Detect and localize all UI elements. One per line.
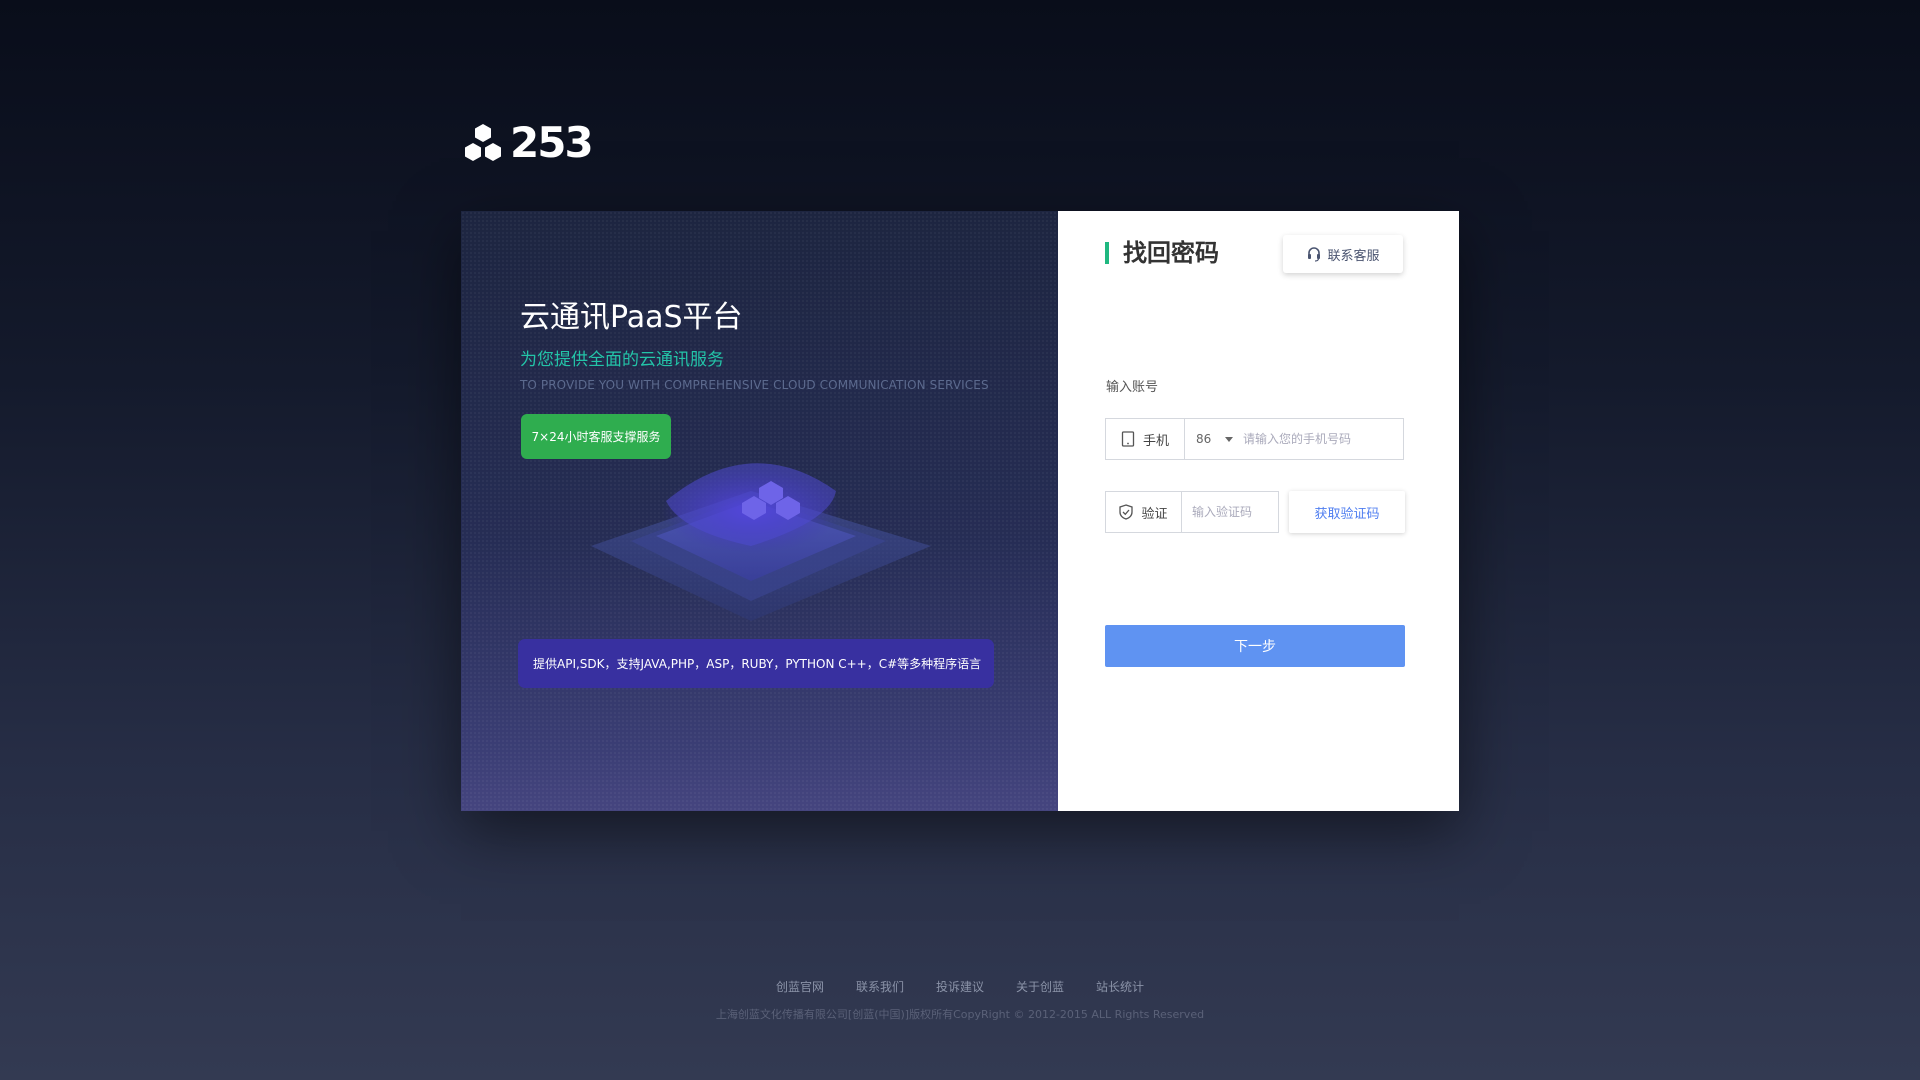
phone-prefix-label: 手机 [1142, 433, 1169, 449]
caret-down-icon [1225, 436, 1234, 442]
form-panel: 找回密码 联系客服 输入账号 手机 86 请输入您的手机号码 验证 输入验证码 … [1058, 211, 1459, 811]
code-field: 验证 [1105, 491, 1279, 533]
promo-subtitle-en: TO PROVIDE YOU WITH COMPREHENSIVE CLOUD … [520, 378, 989, 392]
country-code-value: 86 [1196, 432, 1212, 446]
footer-link-official-site[interactable]: 创蓝官网 [776, 978, 824, 995]
copyright-text: 上海创蓝文化传播有限公司[创蓝(中国)]版权所有CopyRight © 2012… [715, 1008, 1205, 1021]
platform-illustration [591, 463, 931, 621]
get-code-button[interactable]: 获取验证码 [1289, 491, 1405, 533]
login-card: 云通讯PaaS平台 为您提供全面的云通讯服务 TO PROVIDE YOU WI… [461, 211, 1459, 811]
contact-support-button[interactable]: 联系客服 [1283, 235, 1403, 273]
next-step-button[interactable]: 下一步 [1105, 625, 1405, 667]
verification-code-input[interactable] [1182, 505, 1278, 519]
code-prefix-label: 验证 [1141, 506, 1168, 522]
phone-field: 手机 86 [1105, 418, 1404, 460]
hexagon-cluster-icon [465, 124, 501, 161]
contact-support-label: 联系客服 [1327, 248, 1380, 264]
support-badge: 7×24小时客服支撑服务 [521, 414, 671, 459]
logo[interactable]: 253 [462, 118, 594, 167]
footer-link-about[interactable]: 关于创蓝 [1016, 978, 1064, 995]
promo-panel: 云通讯PaaS平台 为您提供全面的云通讯服务 TO PROVIDE YOU WI… [461, 211, 1058, 811]
footer-link-stats[interactable]: 站长统计 [1096, 978, 1144, 995]
logo-text: 253 [510, 118, 594, 167]
phone-input[interactable] [1239, 432, 1393, 446]
page-title: 找回密码 [1123, 239, 1219, 267]
footer-links: 创蓝官网 联系我们 投诉建议 关于创蓝 站长统计 [0, 978, 1920, 995]
promo-subtitle: 为您提供全面的云通讯服务 [520, 350, 724, 370]
headset-icon [1308, 247, 1321, 262]
shield-check-icon [1119, 504, 1134, 520]
languages-banner: 提供API,SDK，支持JAVA,PHP，ASP，RUBY，PYTHON C++… [518, 639, 994, 688]
title-accent-bar [1105, 242, 1109, 264]
phone-prefix: 手机 [1106, 419, 1185, 459]
mobile-phone-icon [1121, 431, 1135, 447]
promo-title: 云通讯PaaS平台 [520, 300, 743, 335]
account-label: 输入账号 [1106, 380, 1159, 395]
footer-link-feedback[interactable]: 投诉建议 [936, 978, 984, 995]
code-prefix: 验证 [1106, 492, 1182, 532]
country-code-select[interactable]: 86 [1185, 432, 1239, 446]
footer-link-contact[interactable]: 联系我们 [856, 978, 904, 995]
